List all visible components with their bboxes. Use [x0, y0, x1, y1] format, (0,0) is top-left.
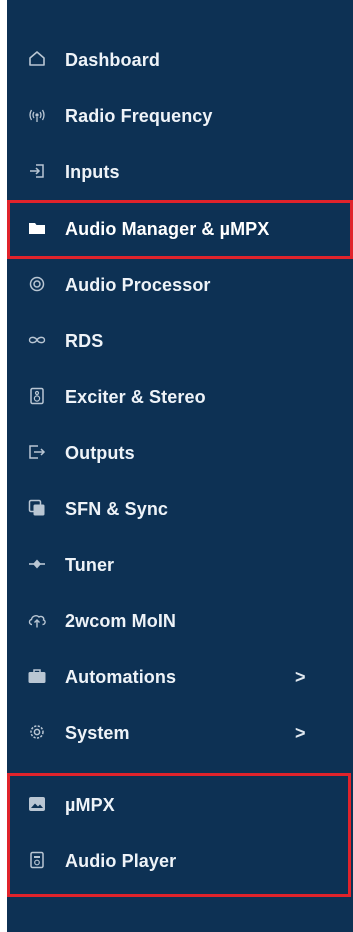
sidebar-item-rds[interactable]: RDS [7, 313, 353, 369]
speaker-icon [26, 385, 48, 407]
sidebar-item-audio-processor[interactable]: Audio Processor [7, 257, 353, 313]
radio-waves-icon [26, 104, 48, 126]
tuner-icon [26, 553, 48, 575]
sidebar-item-inputs[interactable]: Inputs [7, 144, 353, 200]
sidebar-item-audio-player[interactable]: Audio Player [7, 833, 353, 889]
sidebar-item-label: Tuner [65, 555, 115, 575]
sidebar-item-outputs[interactable]: Outputs [7, 425, 353, 481]
sidebar-item-label: Exciter & Stereo [65, 387, 206, 407]
sidebar-item-label: Radio Frequency [65, 106, 213, 126]
sidebar-item-label: Inputs [65, 162, 120, 182]
player-icon [26, 849, 48, 871]
output-arrow-icon [26, 441, 48, 463]
home-icon [26, 48, 48, 70]
sidebar-item-label: 2wcom MoIN [65, 611, 177, 631]
sidebar-item-radio-frequency[interactable]: Radio Frequency [7, 88, 353, 144]
sidebar-item-label: Automations [65, 667, 177, 687]
sidebar-item-label: Dashboard [65, 50, 160, 70]
processor-icon [26, 273, 48, 295]
sidebar-item-system[interactable]: System > [7, 705, 353, 761]
sidebar-item-exciter-stereo[interactable]: Exciter & Stereo [7, 369, 353, 425]
sidebar-item-label: µMPX [65, 795, 115, 815]
sidebar-item-automations[interactable]: Automations > [7, 649, 353, 705]
input-arrow-icon [26, 160, 48, 182]
sidebar-item-label: Audio Manager & µMPX [65, 219, 270, 239]
sidebar-item-tuner[interactable]: Tuner [7, 537, 353, 593]
sidebar-item-label: Outputs [65, 443, 135, 463]
folder-icon [26, 217, 48, 239]
sidebar-item-label: System [65, 723, 130, 743]
layers-icon [26, 497, 48, 519]
infinity-icon [26, 329, 48, 351]
sidebar-item-label: RDS [65, 331, 104, 351]
sidebar-item-umpx[interactable]: µMPX [7, 777, 353, 833]
chevron-right-icon[interactable]: > [295, 721, 309, 745]
sidebar-item-audio-manager[interactable]: Audio Manager & µMPX [7, 201, 353, 257]
sidebar-item-label: Audio Processor [65, 275, 211, 295]
sidebar-item-sfn-sync[interactable]: SFN & Sync [7, 481, 353, 537]
sidebar-item-dashboard[interactable]: Dashboard [7, 32, 353, 88]
sidebar-item-label: SFN & Sync [65, 499, 169, 519]
image-icon [26, 793, 48, 815]
cloud-upload-icon [26, 609, 48, 631]
gear-icon [26, 721, 48, 743]
briefcase-icon [26, 665, 48, 687]
chevron-right-icon[interactable]: > [295, 665, 309, 689]
sidebar-item-moin[interactable]: 2wcom MoIN [7, 593, 353, 649]
sidebar-item-label: Audio Player [65, 851, 177, 871]
sidebar-nav: Dashboard Radio Frequency Inputs Audio M… [7, 0, 353, 932]
